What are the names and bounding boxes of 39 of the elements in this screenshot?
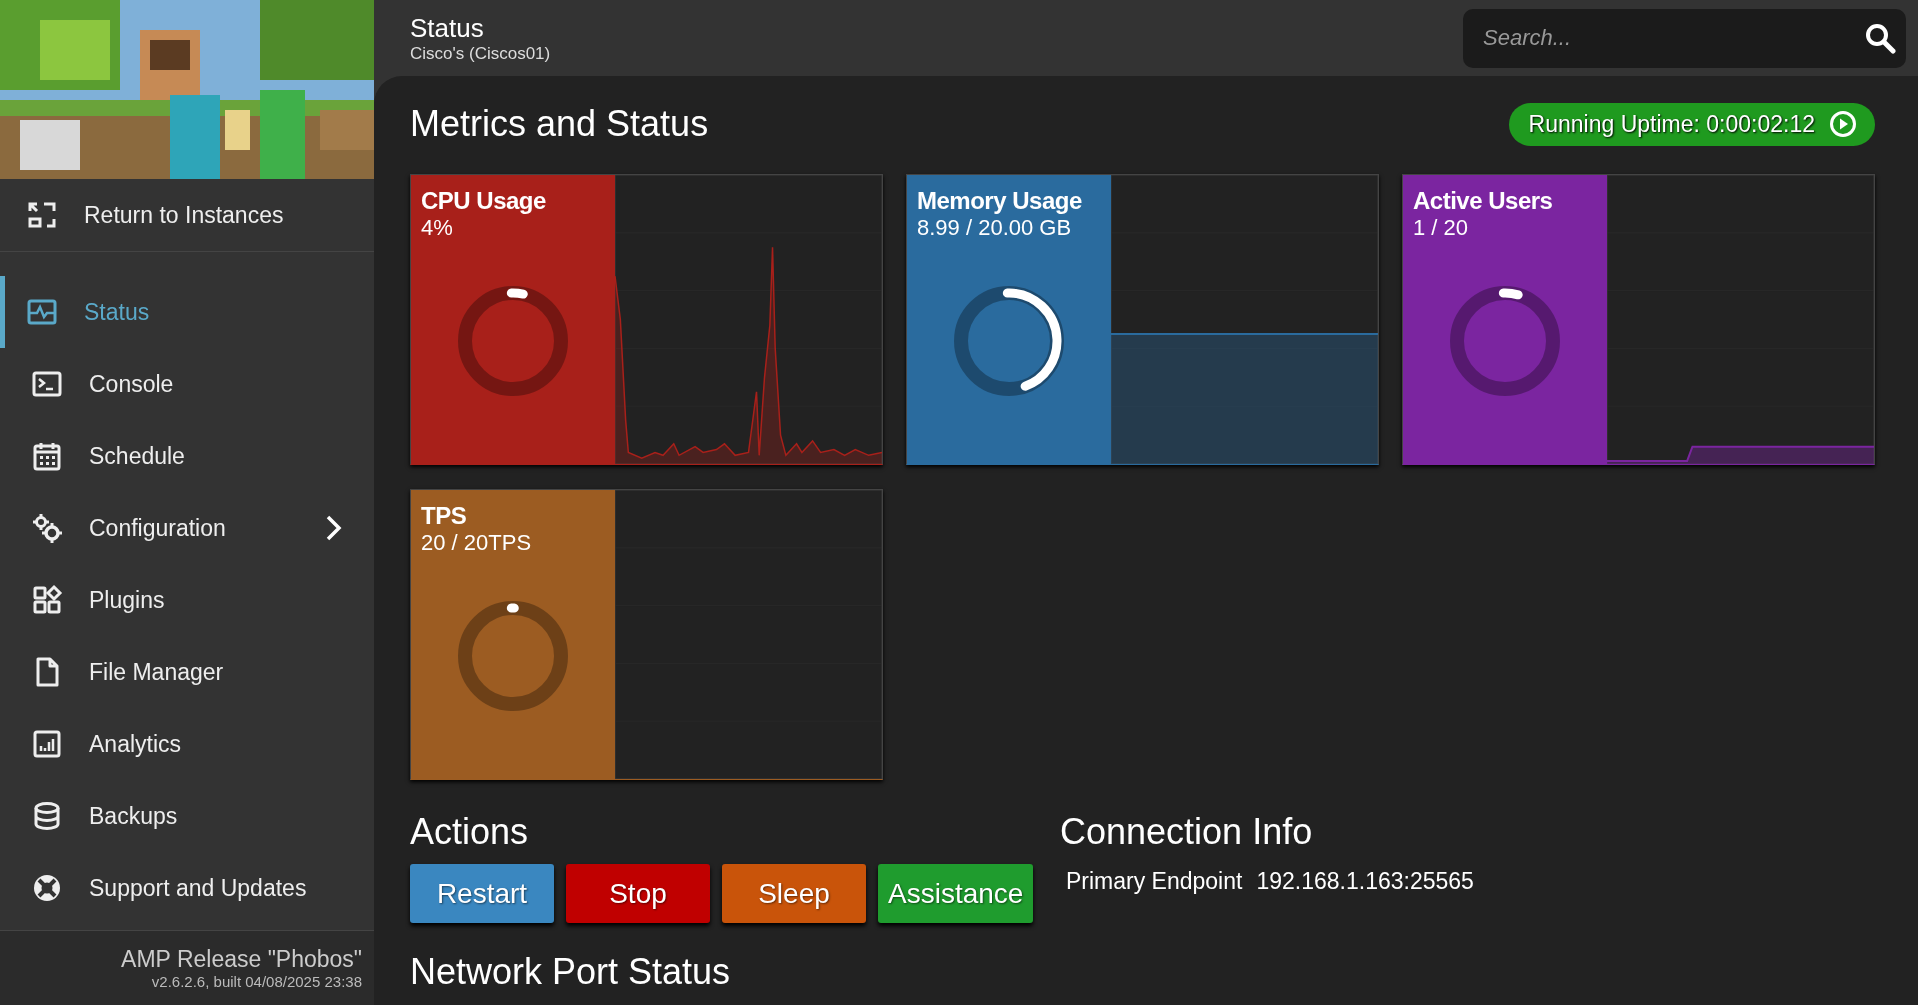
action-button[interactable]: Assistance	[878, 864, 1034, 923]
nav-item[interactable]: Configuration	[0, 492, 374, 564]
section-title: Connection Info	[1060, 810, 1314, 854]
metric-title: TPS	[421, 502, 468, 530]
search-icon[interactable]	[1864, 21, 1896, 54]
uptime-badge: Running Uptime: 0:00:02:12	[1508, 102, 1875, 146]
action-button[interactable]: Stop	[566, 864, 710, 923]
metric-value: 4%	[421, 215, 454, 241]
section-title: Actions	[410, 810, 530, 854]
action-button[interactable]: Restart	[410, 864, 554, 923]
section-title: Metrics and Status	[410, 103, 709, 145]
section-title: Network Port Status	[410, 951, 732, 993]
metric-title: Active Users	[1413, 187, 1554, 215]
lifebuoy-icon	[31, 872, 63, 904]
metric-title: CPU Usage	[421, 187, 547, 215]
metric-title: Memory Usage	[917, 187, 1083, 215]
instance-name: Cisco's (Ciscos01)	[410, 43, 551, 64]
version-text: v2.6.2.6, built 04/08/2025 23:38	[151, 973, 362, 990]
action-button[interactable]: Sleep	[722, 864, 866, 923]
nav-item[interactable]: Console	[0, 348, 374, 420]
nav-item[interactable]: Analytics	[0, 708, 374, 780]
release-name: AMP Release "Phobos"	[121, 946, 362, 973]
nav-item[interactable]: File Manager	[0, 636, 374, 708]
endpoint-address: 192.168.1.163:25565	[1256, 868, 1474, 895]
metric-value: 20 / 20TPS	[421, 530, 533, 556]
nav-item[interactable]: Support and Updates	[0, 852, 374, 924]
nav-item[interactable]: Backups	[0, 780, 374, 852]
search-field[interactable]: Search...	[1463, 8, 1906, 68]
metric-value: 8.99 / 20.00 GB	[917, 215, 1073, 241]
endpoint-label: Primary Endpoint	[1066, 868, 1243, 895]
play-icon	[1829, 110, 1857, 138]
blocks-icon	[31, 584, 63, 616]
chart-icon	[31, 728, 63, 760]
metric-value: 1 / 20	[1413, 215, 1470, 241]
nav-item[interactable]: Plugins	[0, 564, 374, 636]
page-title: Status	[410, 12, 485, 44]
calendar-icon	[31, 440, 63, 472]
nav-item[interactable]: Schedule	[0, 420, 374, 492]
gears-icon	[31, 512, 63, 544]
